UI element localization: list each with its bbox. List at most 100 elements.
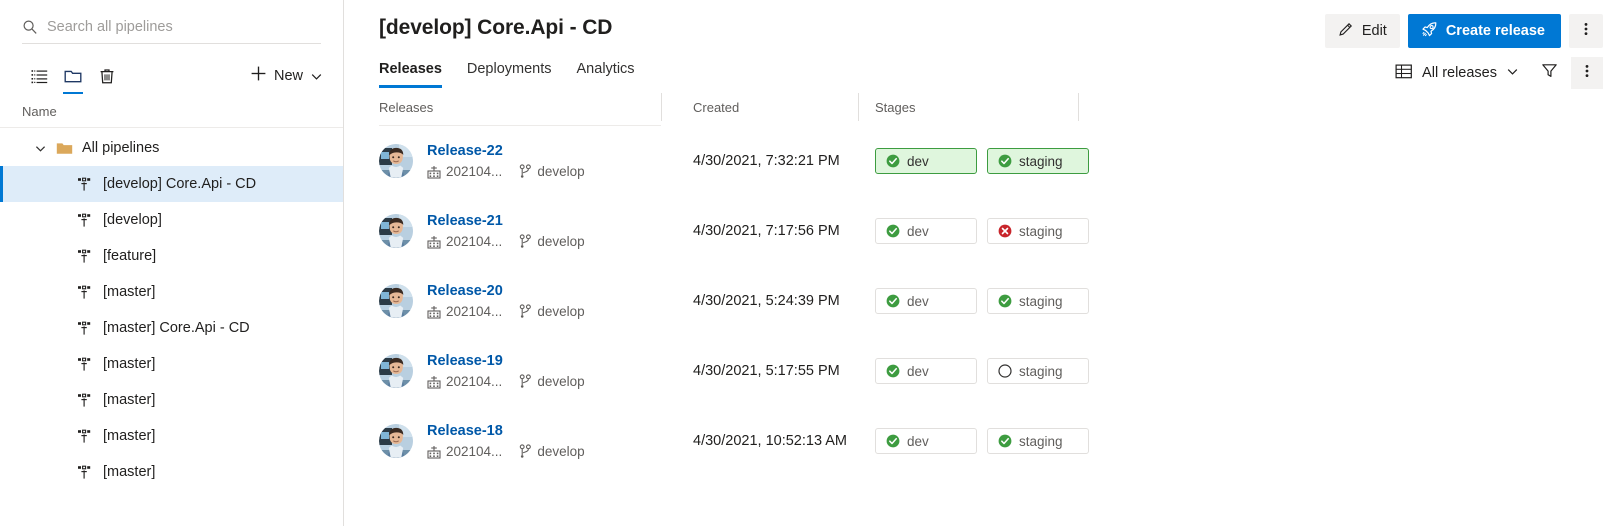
list-view-icon[interactable]	[24, 61, 54, 91]
release-pipeline-icon	[77, 393, 99, 408]
sidebar-name-column-header: Name	[0, 96, 343, 128]
search-box[interactable]	[22, 10, 321, 44]
branch-icon	[519, 164, 532, 179]
table-row[interactable]: Release-20 202104... develop 4/30/2021, 5:2…	[379, 266, 1621, 336]
view-selector[interactable]: All releases	[1387, 57, 1527, 89]
sidebar-item-8[interactable]: [master]	[0, 454, 343, 490]
sidebar-item-0[interactable]: [develop] Core.Api - CD	[0, 166, 343, 202]
more-vertical-icon	[1585, 63, 1589, 84]
stage-chip-staging[interactable]: staging	[987, 358, 1089, 384]
stage-chip-staging[interactable]: staging	[987, 148, 1089, 174]
sidebar-item-1[interactable]: [develop]	[0, 202, 343, 238]
chevron-down-icon[interactable]	[34, 142, 52, 155]
chevron-down-icon[interactable]	[310, 70, 323, 83]
status-succeeded-icon	[886, 434, 900, 448]
release-pipeline-icon	[77, 465, 99, 480]
search-input[interactable]	[47, 18, 321, 35]
filter-button[interactable]	[1533, 57, 1565, 89]
new-pipeline-button[interactable]: New	[250, 65, 329, 87]
table-icon	[1395, 63, 1413, 84]
table-row[interactable]: Release-19 202104... develop 4/30/2021, 5:1…	[379, 336, 1621, 406]
column-header-created[interactable]: Created	[661, 89, 858, 125]
branch-name: develop	[537, 234, 585, 249]
table-row[interactable]: Release-21 202104... develop 4/30/2021, 7:1…	[379, 196, 1621, 266]
status-failed-icon	[998, 224, 1012, 238]
created-cell: 4/30/2021, 7:32:21 PM	[693, 153, 840, 169]
tab-analytics[interactable]: Analytics	[577, 60, 635, 88]
build-icon	[427, 235, 441, 249]
sidebar-item-2[interactable]: [feature]	[0, 238, 343, 274]
releases-toolbar: All releases	[1387, 57, 1603, 89]
stage-chip-dev[interactable]: dev	[875, 358, 977, 384]
create-release-label: Create release	[1445, 23, 1545, 39]
created-cell: 4/30/2021, 5:24:39 PM	[693, 293, 840, 309]
stage-chip-dev[interactable]: dev	[875, 148, 977, 174]
column-header-stages[interactable]: Stages	[858, 89, 1078, 125]
stage-chip-staging[interactable]: staging	[987, 428, 1089, 454]
sidebar-item-6[interactable]: [master]	[0, 382, 343, 418]
avatar	[379, 214, 413, 248]
branch-name: develop	[537, 164, 585, 179]
funnel-icon	[1541, 62, 1558, 84]
release-name-link[interactable]: Release-18	[427, 422, 585, 440]
chevron-down-icon[interactable]	[1506, 65, 1519, 82]
stage-chip-label: dev	[907, 293, 929, 309]
stages-cell: dev staging	[858, 406, 1118, 476]
build-number: 202104...	[446, 444, 503, 459]
stage-chip-dev[interactable]: dev	[875, 288, 977, 314]
tab-releases[interactable]: Releases	[379, 60, 442, 88]
search-icon	[22, 19, 38, 35]
status-succeeded-icon	[886, 364, 900, 378]
sidebar-item-label: [master]	[103, 464, 156, 480]
edit-button-label: Edit	[1361, 23, 1387, 39]
build-icon	[427, 305, 441, 319]
release-info: Release-18 202104... develop	[427, 422, 585, 460]
column-divider-end	[1078, 89, 1079, 125]
releases-more-button[interactable]	[1571, 57, 1603, 89]
table-row[interactable]: Release-22 202104... develop 4/30/2021, 7:3…	[379, 126, 1621, 196]
release-cell: Release-22 202104... develop	[379, 126, 661, 196]
created-cell: 4/30/2021, 5:17:55 PM	[693, 363, 840, 379]
tab-deployments[interactable]: Deployments	[467, 60, 552, 88]
sidebar-item-5[interactable]: [master]	[0, 346, 343, 382]
branch-icon	[519, 444, 532, 459]
trash-icon[interactable]	[92, 61, 122, 91]
folder-view-icon[interactable]	[58, 61, 88, 94]
pipelines-tree: All pipelines [develop] Core.Api - CD [de…	[0, 128, 343, 526]
table-row[interactable]: Release-18 202104... develop 4/30/2021, 10:…	[379, 406, 1621, 476]
sidebar-item-4[interactable]: [master] Core.Api - CD	[0, 310, 343, 346]
tree-root-all-pipelines[interactable]: All pipelines	[0, 130, 343, 166]
release-pipeline-icon	[77, 249, 99, 264]
table-header-row: Releases Created Stages	[379, 89, 1621, 125]
release-meta: 202104... develop	[427, 303, 585, 320]
column-divider	[1078, 93, 1079, 121]
release-name-link[interactable]: Release-19	[427, 352, 585, 370]
branch-name: develop	[537, 444, 585, 459]
sidebar-item-7[interactable]: [master]	[0, 418, 343, 454]
stage-chip-dev[interactable]: dev	[875, 218, 977, 244]
stage-chip-label: staging	[1019, 433, 1063, 449]
release-meta: 202104... develop	[427, 373, 585, 390]
stage-chip-label: staging	[1019, 293, 1063, 309]
stage-chip-staging[interactable]: staging	[987, 288, 1089, 314]
rocket-icon	[1421, 21, 1438, 42]
sidebar-item-label: [master]	[103, 284, 156, 300]
release-pipeline-icon	[77, 321, 99, 336]
release-name-link[interactable]: Release-20	[427, 282, 585, 300]
stages-cell: dev staging	[858, 266, 1118, 336]
release-pipeline-icon	[77, 285, 99, 300]
release-meta: 202104... develop	[427, 163, 585, 180]
new-button-label: New	[273, 68, 303, 84]
plus-icon	[250, 65, 267, 87]
stage-chip-dev[interactable]: dev	[875, 428, 977, 454]
release-name-link[interactable]: Release-21	[427, 212, 585, 230]
column-header-releases[interactable]: Releases	[379, 89, 661, 125]
stage-chip-staging[interactable]: staging	[987, 218, 1089, 244]
build-icon	[427, 445, 441, 459]
status-succeeded-icon	[998, 434, 1012, 448]
status-not-deployed-icon	[998, 364, 1012, 378]
release-info: Release-21 202104... develop	[427, 212, 585, 250]
release-name-link[interactable]: Release-22	[427, 142, 585, 160]
avatar	[379, 354, 413, 388]
sidebar-item-3[interactable]: [master]	[0, 274, 343, 310]
